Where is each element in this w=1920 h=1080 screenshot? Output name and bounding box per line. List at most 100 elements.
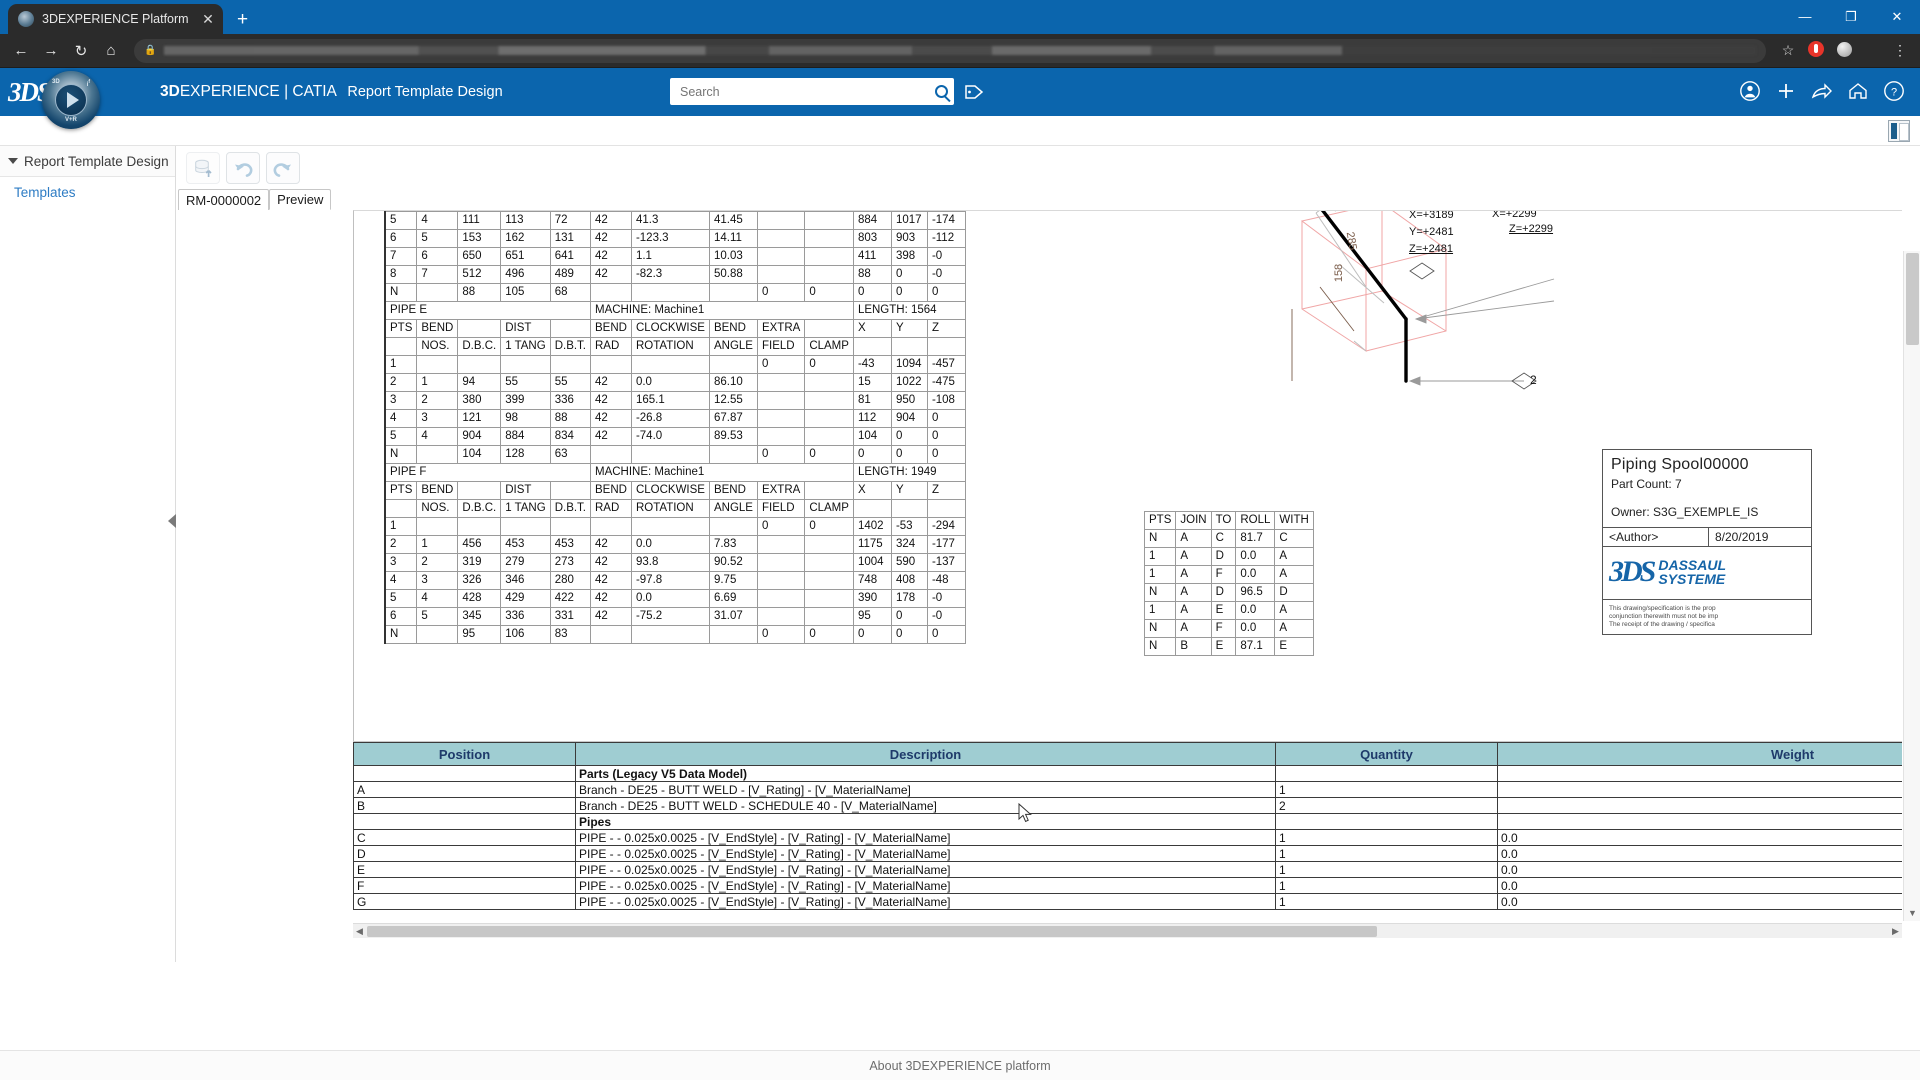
join-header-row: PTS JOIN TO ROLL WITH <box>1143 511 1314 530</box>
scroll-down-icon[interactable]: ▼ <box>1904 906 1920 921</box>
document-tab-preview[interactable]: Preview <box>269 189 332 210</box>
annotation-z2: Z=+2299 <box>1509 223 1554 235</box>
home-icon[interactable]: ⌂ <box>96 42 126 59</box>
sidebar-title[interactable]: Report Template Design <box>0 146 175 177</box>
reload-icon[interactable]: ↻ <box>66 42 96 60</box>
table-row[interactable]: F PIPE - - 0.025x0.0025 - [V_EndStyle] - … <box>353 877 1902 894</box>
bend-cell <box>756 211 806 230</box>
extension-red-icon[interactable] <box>1802 41 1830 60</box>
maximize-icon[interactable]: ❐ <box>1828 0 1874 34</box>
bend-cell: 5 <box>416 607 459 626</box>
add-icon[interactable] <box>1768 81 1804 104</box>
home-icon[interactable] <box>1840 81 1876 104</box>
horizontal-scroll-thumb[interactable] <box>367 926 1377 937</box>
table-row[interactable]: C PIPE - - 0.025x0.0025 - [V_EndStyle] - … <box>353 829 1902 846</box>
close-tab-icon[interactable]: ✕ <box>199 11 217 28</box>
join-header-cell: TO <box>1210 511 1237 530</box>
minimize-icon[interactable]: — <box>1782 0 1828 34</box>
table-row[interactable]: Pipes <box>353 813 1902 830</box>
bend-group-header-cell: EXTRA <box>756 481 806 500</box>
bend-table: 5 4 111 113 72 42 41.3 41.45 884 1017 -174 6 5 153 162… <box>384 211 966 644</box>
bend-cell <box>457 517 502 536</box>
svg-text:?: ? <box>1891 86 1897 98</box>
bend-cell: 651 <box>500 247 551 266</box>
bookmark-star-icon[interactable]: ☆ <box>1774 42 1802 59</box>
table-row[interactable]: G PIPE - - 0.025x0.0025 - [V_EndStyle] - … <box>353 893 1902 910</box>
back-icon[interactable]: ← <box>6 42 36 59</box>
vertical-scroll-thumb[interactable] <box>1906 253 1919 345</box>
bend-cell: 88 <box>852 265 892 284</box>
browser-menu-icon[interactable]: ⋮ <box>1886 42 1914 59</box>
bend-cell: 398 <box>890 247 928 266</box>
bend-cell <box>708 517 758 536</box>
bend-cell: 411 <box>852 247 892 266</box>
table-row[interactable]: E PIPE - - 0.025x0.0025 - [V_EndStyle] - … <box>353 861 1902 878</box>
balloon-label-2: 2 <box>1530 373 1537 387</box>
table-row[interactable]: Parts (Legacy V5 Data Model) <box>353 765 1902 782</box>
bill-of-materials[interactable]: Position Description Quantity Weight Parts … <box>353 741 1902 921</box>
tag-icon[interactable] <box>964 83 984 104</box>
table-row[interactable]: A Branch - DE25 - BUTT WELD - [V_Rating] … <box>353 781 1902 798</box>
table-row: 4 3 326 346 280 42 -97.8 9.75 748 408 -48 <box>384 571 966 590</box>
table-row[interactable]: D PIPE - - 0.025x0.0025 - [V_EndStyle] - … <box>353 845 1902 862</box>
bend-cell: 0 <box>756 625 806 644</box>
bend-cell: -112 <box>926 229 966 248</box>
vertical-scrollbar[interactable]: ▲ ▼ <box>1903 251 1920 921</box>
bend-cell: N <box>384 283 418 302</box>
join-cell: 1 <box>1143 547 1177 566</box>
bend-cell: -294 <box>926 517 966 536</box>
horizontal-scrollbar[interactable]: ◀ ▶ <box>353 923 1902 938</box>
bend-cell: 0 <box>804 283 854 302</box>
save-to-database-button[interactable] <box>186 152 220 184</box>
table-row[interactable]: B Branch - DE25 - BUTT WELD - SCHEDULE 40… <box>353 797 1902 814</box>
new-tab-button[interactable]: + <box>237 9 248 31</box>
bend-cell <box>630 445 710 464</box>
sidebar-item-templates[interactable]: Templates <box>0 177 175 207</box>
browser-tab[interactable]: 3DEXPERIENCE Platform ✕ <box>8 4 223 34</box>
share-icon[interactable] <box>1804 81 1840 104</box>
search-icon[interactable] <box>935 85 948 98</box>
bend-group-header-cell: BEND <box>416 319 459 338</box>
bend-group-header-cell: X <box>852 481 892 500</box>
about-link[interactable]: About 3DEXPERIENCE platform <box>869 1059 1050 1073</box>
join-header-cell: ROLL <box>1235 511 1276 530</box>
bom-column-header[interactable]: Position <box>353 742 576 766</box>
bend-cell: 453 <box>500 535 551 554</box>
scroll-left-icon[interactable]: ◀ <box>353 925 366 938</box>
bend-cell: 178 <box>890 589 928 608</box>
document-tab-rm[interactable]: RM-0000002 <box>178 189 270 210</box>
bom-weight-cell <box>1497 797 1902 814</box>
pipe-section-row: PIPE E MACHINE: Machine1 LENGTH: 1564 <box>384 301 966 320</box>
bend-cell: 2 <box>416 391 459 410</box>
bom-quantity-cell <box>1275 813 1498 830</box>
scroll-right-icon[interactable]: ▶ <box>1889 925 1902 938</box>
close-window-icon[interactable]: ✕ <box>1874 0 1920 34</box>
panel-toggle-icon[interactable] <box>1888 120 1910 142</box>
sidebar-collapse-handle[interactable] <box>168 514 176 528</box>
search-input[interactable] <box>680 84 935 99</box>
account-icon[interactable] <box>1732 80 1768 105</box>
bom-column-header[interactable]: Description <box>575 742 1276 766</box>
bend-cell: 489 <box>549 265 592 284</box>
undo-button[interactable] <box>226 152 260 184</box>
bend-cell <box>756 409 806 428</box>
forward-icon[interactable]: → <box>36 42 66 59</box>
bend-cell: 50.88 <box>708 265 758 284</box>
redo-button[interactable] <box>266 152 300 184</box>
bom-quantity-cell: 1 <box>1275 861 1498 878</box>
bom-quantity-cell: 1 <box>1275 845 1498 862</box>
bom-column-header[interactable]: Quantity <box>1275 742 1498 766</box>
bend-cell: N <box>384 625 418 644</box>
bend-cell: 162 <box>500 229 551 248</box>
3d-compass-icon[interactable]: 3D if V+R <box>42 71 100 129</box>
bom-column-header[interactable]: Weight <box>1497 742 1902 766</box>
bend-column-header-cell: D.B.T. <box>549 499 592 518</box>
address-bar[interactable]: 🔒 <box>134 38 1766 63</box>
bom-description-cell: Pipes <box>575 813 1276 830</box>
extension-grey-icon[interactable] <box>1830 41 1858 60</box>
chevron-down-icon[interactable] <box>8 158 18 164</box>
bend-cell: 390 <box>852 589 892 608</box>
help-icon[interactable]: ? <box>1876 80 1912 105</box>
search-box[interactable] <box>670 78 954 105</box>
brand-bold: 3D <box>160 83 180 100</box>
